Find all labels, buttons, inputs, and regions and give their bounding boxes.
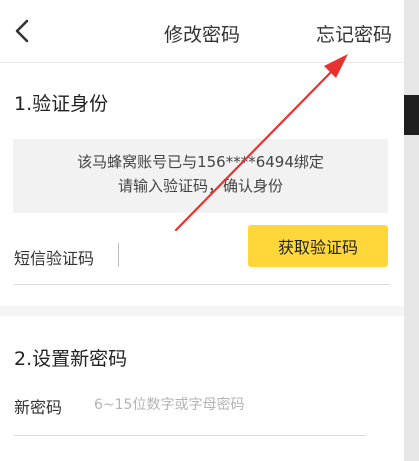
- new-password-label: 新密码: [14, 398, 63, 417]
- verify-identity-section: 1.验证身份 该马蜂窝账号已与156****6494绑定 请输入验证码，确认身份…: [0, 62, 404, 306]
- forget-password-link[interactable]: 忘记密码: [316, 20, 392, 47]
- sms-code-input[interactable]: [124, 241, 244, 269]
- text-cursor: [118, 243, 119, 267]
- binding-info-box: 该马蜂窝账号已与156****6494绑定 请输入验证码，确认身份: [13, 139, 388, 213]
- new-password-input[interactable]: [94, 392, 364, 418]
- right-edge-dark-block: [404, 95, 419, 135]
- sms-code-row: 短信验证码 获取验证码: [14, 225, 390, 285]
- get-code-button[interactable]: 获取验证码: [248, 225, 388, 267]
- sms-code-label: 短信验证码: [14, 249, 95, 268]
- binding-info-hint: 请输入验证码，确认身份: [117, 177, 283, 195]
- binding-info-line: 该马蜂窝账号已与156****6494绑定: [77, 153, 324, 171]
- new-password-row: 新密码: [14, 378, 366, 436]
- new-password-section-title: 2.设置新密码: [14, 348, 128, 370]
- change-password-page: 修改密码 忘记密码 1.验证身份 该马蜂窝账号已与156****6494绑定 请…: [0, 0, 404, 461]
- verify-section-title: 1.验证身份: [14, 93, 109, 115]
- section-divider: [0, 306, 404, 316]
- right-edge-strip: [404, 0, 419, 461]
- new-password-section: 2.设置新密码 新密码: [0, 316, 404, 461]
- nav-header: 修改密码 忘记密码: [0, 0, 404, 62]
